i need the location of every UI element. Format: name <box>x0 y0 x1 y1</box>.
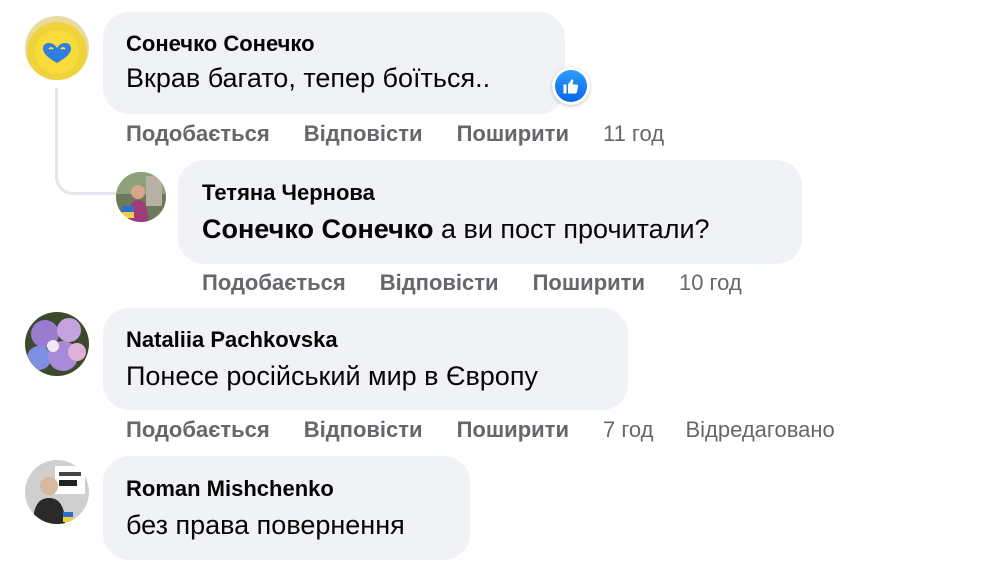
like-reaction-badge[interactable] <box>552 67 590 105</box>
avatar-flowers-image <box>25 312 89 376</box>
avatar[interactable] <box>25 460 89 524</box>
comment-text: Вкрав багато, тепер боїться.. <box>126 63 491 93</box>
comment-text-body: а ви пост прочитали? <box>433 214 710 244</box>
like-button[interactable]: Подобається <box>126 121 270 147</box>
comment-author[interactable]: Nataliia Pachkovska <box>126 327 338 353</box>
reply-button[interactable]: Відповісти <box>380 270 499 296</box>
edited-label[interactable]: Відредаговано <box>685 417 834 443</box>
share-button[interactable]: Поширити <box>457 417 569 443</box>
mention-link[interactable]: Сонечко Сонечко <box>202 214 433 244</box>
comment-bubble <box>103 308 628 410</box>
comment-bubble <box>178 160 802 264</box>
like-icon <box>563 79 579 94</box>
comment-author[interactable]: Тетяна Чернова <box>202 180 375 206</box>
avatar[interactable] <box>25 312 89 376</box>
comment-3: Nataliia Pachkovska Понесе російський ми… <box>0 300 996 450</box>
reply-button[interactable]: Відповісти <box>304 417 423 443</box>
comment-author[interactable]: Roman Mishchenko <box>126 476 334 502</box>
avatar-photo-image <box>116 172 166 222</box>
avatar[interactable] <box>25 16 89 80</box>
comment-author[interactable]: Сонечко Сонечко <box>126 31 315 57</box>
like-button[interactable]: Подобається <box>202 270 346 296</box>
avatar-heart-image <box>25 16 89 80</box>
like-button[interactable]: Подобається <box>126 417 270 443</box>
comment-timestamp[interactable]: 11 год <box>603 121 664 147</box>
comment-text: без права повернення <box>126 510 405 540</box>
avatar[interactable] <box>116 172 166 222</box>
comment-1: Сонечко Сонечко Вкрав багато, тепер боїт… <box>0 0 996 160</box>
avatar-photo-image <box>25 460 89 524</box>
share-button[interactable]: Поширити <box>533 270 645 296</box>
comment-text: Понесе російський мир в Європу <box>126 361 538 391</box>
reply-button[interactable]: Відповісти <box>304 121 423 147</box>
comment-actions: Подобається Відповісти Поширити 11 год <box>126 121 696 147</box>
comment-actions: Подобається Відповісти Поширити 7 год Ві… <box>126 417 835 443</box>
comment-actions: Подобається Відповісти Поширити 10 год <box>202 270 774 296</box>
comment-timestamp[interactable]: 7 год <box>603 417 653 443</box>
comment-text: Сонечко Сонечко а ви пост прочитали? <box>202 214 710 245</box>
comment-2-reply: Тетяна Чернова Сонечко Сонечко а ви пост… <box>0 160 996 310</box>
comment-4: Roman Mishchenko без права повернення <box>0 450 996 562</box>
comment-timestamp[interactable]: 10 год <box>679 270 742 296</box>
comment-bubble <box>103 456 470 560</box>
share-button[interactable]: Поширити <box>457 121 569 147</box>
